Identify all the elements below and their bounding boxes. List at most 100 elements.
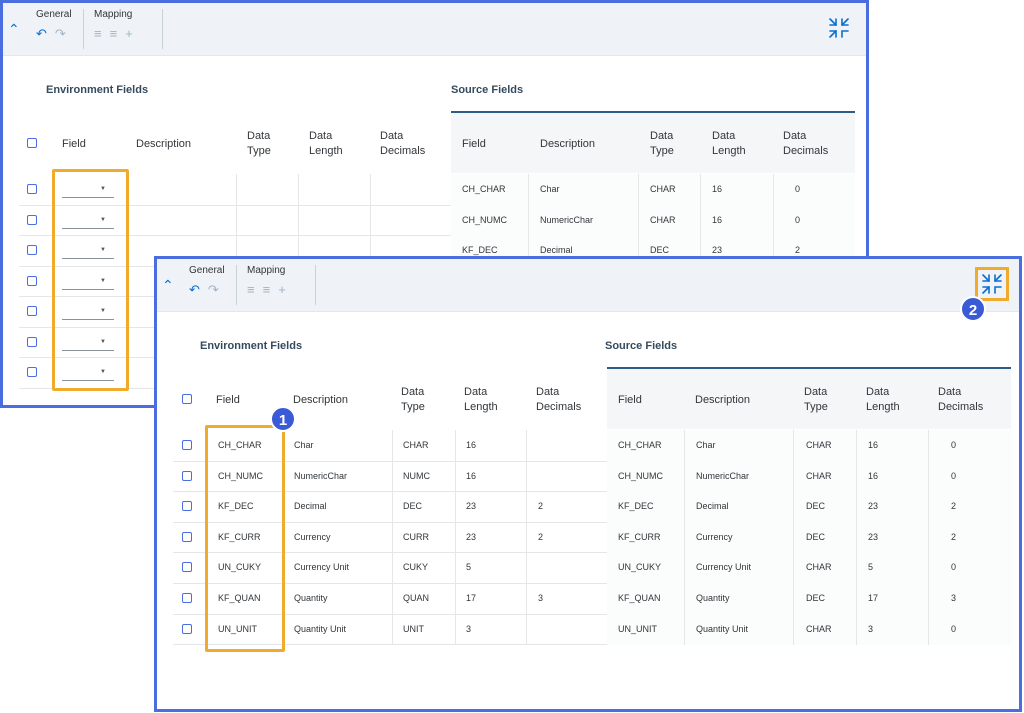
src-col-description: Description	[695, 394, 751, 406]
row-checkbox[interactable]	[27, 306, 37, 316]
toolbar-separator	[162, 9, 163, 49]
cell-divider	[928, 491, 929, 522]
source-cell: 16	[868, 471, 879, 481]
cell-divider	[700, 174, 701, 205]
row-checkbox[interactable]	[27, 245, 37, 255]
src-col-data-decimals: Data Decimals	[938, 386, 984, 413]
cell-divider	[298, 205, 299, 236]
clear-mapping-icon[interactable]: ≡	[263, 283, 271, 297]
row-checkbox[interactable]	[182, 593, 192, 603]
source-cell: KF_DEC	[462, 245, 498, 255]
select-all-checkbox[interactable]	[182, 394, 192, 404]
cell-divider	[392, 461, 393, 492]
source-cell: 23	[868, 501, 879, 511]
source-fields-title: Source Fields	[451, 84, 524, 96]
col-description: Description	[293, 394, 349, 406]
cell-divider	[526, 614, 527, 645]
general-label: General	[36, 9, 72, 20]
src-col-data-decimals: Data Decimals	[783, 130, 829, 157]
cell-divider	[298, 174, 299, 205]
source-cell: 16	[868, 440, 879, 450]
row-checkbox[interactable]	[27, 276, 37, 286]
undo-icon[interactable]: ↶	[36, 27, 47, 41]
cell-divider	[455, 461, 456, 492]
source-cell: KF_DEC	[618, 501, 654, 511]
source-cell: Quantity	[696, 593, 730, 603]
source-cell: NumericChar	[540, 215, 594, 225]
source-cell: CHAR	[806, 471, 832, 481]
source-cell: DEC	[806, 532, 826, 542]
row-checkbox[interactable]	[182, 562, 192, 572]
source-cell: 0	[795, 184, 801, 194]
mapping-group: Mapping ≡ ≡ +	[94, 9, 133, 49]
cell-divider	[526, 461, 527, 492]
callout-badge-1: 1	[270, 406, 296, 432]
env-cell: Currency	[294, 532, 331, 542]
source-cell: 17	[868, 593, 879, 603]
source-cell: 16	[712, 184, 723, 194]
cell-divider	[236, 174, 237, 205]
col-data-type: Data Type	[401, 386, 425, 413]
row-checkbox[interactable]	[27, 337, 37, 347]
row-checkbox[interactable]	[182, 624, 192, 634]
source-cell: 23	[712, 245, 723, 255]
collapse-chevron-icon[interactable]: ⌃	[8, 21, 20, 38]
source-cell: Quantity Unit	[696, 624, 749, 634]
row-checkbox[interactable]	[182, 532, 192, 542]
mapping-group: Mapping ≡ ≡ +	[247, 265, 286, 305]
undo-icon[interactable]: ↶	[189, 283, 200, 297]
source-cell: 0	[951, 471, 957, 481]
cell-divider	[684, 522, 685, 553]
row-checkbox[interactable]	[27, 367, 37, 377]
exit-fullscreen-icon[interactable]	[828, 17, 850, 39]
cell-divider	[684, 614, 685, 645]
cell-divider	[684, 552, 685, 583]
row-checkbox[interactable]	[27, 184, 37, 194]
row-checkbox[interactable]	[182, 471, 192, 481]
mapping-label: Mapping	[94, 9, 133, 20]
source-cell: 0	[951, 440, 957, 450]
source-cell: CHAR	[650, 184, 676, 194]
row-checkbox[interactable]	[182, 501, 192, 511]
cell-divider	[856, 461, 857, 492]
toolbar-separator	[315, 265, 316, 305]
source-cell: DEC	[806, 501, 826, 511]
select-all-checkbox[interactable]	[27, 138, 37, 148]
cell-divider	[928, 430, 929, 461]
exit-fullscreen-icon[interactable]	[975, 267, 1009, 301]
cell-divider	[392, 430, 393, 461]
cell-divider	[684, 461, 685, 492]
source-cell: 23	[868, 532, 879, 542]
field-column-highlight	[52, 169, 129, 391]
source-cell: Currency Unit	[696, 562, 752, 572]
add-icon[interactable]: +	[125, 27, 133, 41]
cell-divider	[370, 174, 371, 205]
add-icon[interactable]: +	[278, 283, 286, 297]
cell-divider	[638, 174, 639, 205]
redo-icon[interactable]: ↷	[55, 27, 66, 41]
cell-divider	[455, 552, 456, 583]
env-cell: 5	[466, 562, 472, 572]
row-checkbox[interactable]	[27, 215, 37, 225]
src-col-data-type: Data Type	[650, 130, 674, 157]
cell-divider	[773, 205, 774, 236]
auto-map-icon[interactable]: ≡	[94, 27, 102, 41]
source-cell: CHAR	[806, 440, 832, 450]
env-cell: 16	[466, 471, 477, 481]
row-checkbox[interactable]	[182, 440, 192, 450]
collapse-chevron-icon[interactable]: ⌃	[162, 277, 174, 294]
cell-divider	[793, 614, 794, 645]
source-cell: CH_NUMC	[462, 215, 507, 225]
source-cell: Decimal	[696, 501, 729, 511]
clear-mapping-icon[interactable]: ≡	[110, 27, 118, 41]
source-cell: CHAR	[650, 215, 676, 225]
general-label: General	[189, 265, 225, 276]
redo-icon[interactable]: ↷	[208, 283, 219, 297]
env-cell: 3	[538, 593, 544, 603]
source-cell: CHAR	[806, 562, 832, 572]
auto-map-icon[interactable]: ≡	[247, 283, 255, 297]
source-cell: Currency	[696, 532, 733, 542]
source-cell: 16	[712, 215, 723, 225]
general-group: General ↶ ↷	[36, 9, 72, 49]
cell-divider	[700, 205, 701, 236]
